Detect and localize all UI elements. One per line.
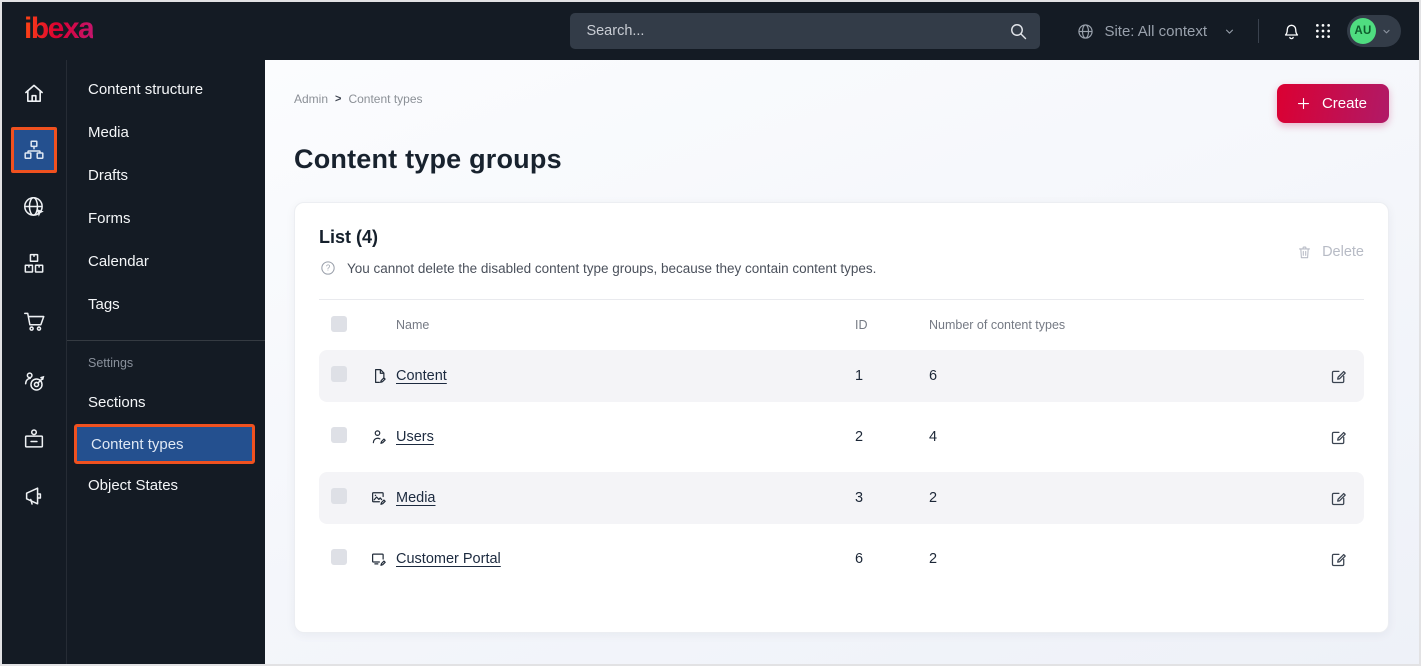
group-count: 4: [929, 429, 938, 445]
sidebar-item-media[interactable]: Media: [67, 111, 265, 154]
sidebar-item-calendar[interactable]: Calendar: [67, 240, 265, 283]
global-search: [570, 13, 1041, 49]
breadcrumb-content-types[interactable]: Content types: [348, 92, 422, 106]
group-link[interactable]: Content: [396, 368, 447, 384]
sidebar-item-sections[interactable]: Sections: [67, 381, 265, 424]
avatar: AU: [1350, 18, 1376, 44]
group-link[interactable]: Users: [396, 429, 434, 445]
table-row: Media 3 2: [319, 472, 1364, 524]
content-file-icon: [370, 367, 396, 385]
shopping-cart-icon: [21, 308, 47, 334]
table-row: Users 2 4: [319, 411, 1364, 463]
rail-item-marketing[interactable]: [6, 467, 63, 524]
app-switcher-button[interactable]: [1307, 14, 1339, 48]
edit-button[interactable]: [1329, 428, 1348, 447]
create-button-label: Create: [1321, 95, 1367, 112]
users-person-icon: [370, 428, 396, 446]
plus-icon: [1296, 96, 1311, 111]
app-window: ibexa Site: All context: [0, 0, 1421, 666]
create-button[interactable]: Create: [1276, 84, 1389, 123]
row-checkbox[interactable]: [331, 488, 347, 504]
rail-item-site[interactable]: [6, 178, 63, 235]
group-count: 6: [929, 368, 938, 384]
group-id: 3: [855, 490, 864, 506]
edit-button[interactable]: [1329, 367, 1348, 386]
marketing-megaphone-icon: [21, 483, 47, 509]
group-id: 1: [855, 368, 864, 384]
search-input[interactable]: [570, 13, 1041, 49]
svg-text:?: ?: [326, 264, 331, 273]
topbar-divider: [1258, 19, 1259, 43]
rail-item-products[interactable]: [6, 235, 63, 292]
media-image-icon: [370, 489, 396, 507]
content-type-groups-table: Name ID Number of content types Content …: [319, 300, 1364, 585]
column-header-name: Name: [396, 318, 430, 332]
product-boxes-icon: [21, 251, 47, 277]
grid-dots-icon: [1314, 22, 1332, 40]
rail-item-customers[interactable]: [6, 353, 63, 410]
sidebar-item-drafts[interactable]: Drafts: [67, 154, 265, 197]
delete-button[interactable]: Delete: [1296, 244, 1364, 261]
ibexa-logo[interactable]: ibexa: [24, 14, 95, 48]
row-checkbox[interactable]: [331, 549, 347, 565]
rail-item-dashboard[interactable]: [6, 64, 63, 121]
row-checkbox[interactable]: [331, 366, 347, 382]
sidebar-item-content-types[interactable]: Content types: [74, 424, 255, 464]
group-id: 2: [855, 429, 864, 445]
site-context-label: Site: All context: [1104, 22, 1207, 40]
active-rail-highlight: [11, 126, 57, 173]
side-menu: Content structure Media Drafts Forms Cal…: [67, 60, 265, 664]
customer-portal-monitor-icon: [370, 550, 396, 568]
list-card: List (4) ? You cannot delete the disable…: [294, 202, 1389, 633]
chevron-down-icon: [1223, 25, 1236, 38]
rail-item-commerce[interactable]: [6, 292, 63, 349]
group-link[interactable]: Media: [396, 490, 436, 506]
delete-button-label: Delete: [1322, 244, 1364, 260]
sidebar-item-object-states[interactable]: Object States: [67, 464, 265, 507]
edit-button[interactable]: [1329, 489, 1348, 508]
select-all-checkbox[interactable]: [331, 315, 347, 332]
customer-segments-target-icon: [21, 369, 47, 395]
sidebar-item-content-structure[interactable]: Content structure: [67, 68, 265, 111]
corporate-badge-icon: [21, 426, 47, 452]
bell-icon: [1281, 21, 1302, 42]
page-title: Content type groups: [294, 144, 562, 174]
notifications-button[interactable]: [1275, 14, 1307, 48]
sidebar-item-forms[interactable]: Forms: [67, 197, 265, 240]
list-card-title: List (4): [319, 227, 379, 247]
chevron-down-icon: [1381, 26, 1392, 37]
help-circle-icon: ?: [319, 259, 337, 277]
edit-button[interactable]: [1329, 550, 1348, 569]
group-id: 6: [855, 551, 864, 567]
settings-section-label: Settings: [88, 356, 134, 370]
column-header-count: Number of content types: [929, 318, 1066, 332]
table-row: Content 1 6: [319, 350, 1364, 402]
list-card-info-text: You cannot delete the disabled content t…: [347, 260, 877, 276]
breadcrumb: Admin > Content types: [294, 84, 423, 106]
main-content: Admin > Content types Create Content typ…: [265, 60, 1419, 664]
topbar: ibexa Site: All context: [2, 2, 1419, 60]
row-checkbox[interactable]: [331, 427, 347, 443]
search-icon[interactable]: [1008, 21, 1028, 46]
site-context-selector[interactable]: Site: All context: [1076, 22, 1236, 41]
site-globe-cursor-icon: [21, 194, 47, 220]
table-row: Customer Portal 6 2: [319, 533, 1364, 585]
globe-icon: [1076, 22, 1095, 41]
user-menu[interactable]: AU: [1347, 15, 1401, 47]
content-tree-icon: [22, 138, 46, 162]
trash-icon: [1296, 244, 1313, 261]
group-count: 2: [929, 551, 938, 567]
group-count: 2: [929, 490, 938, 506]
rail-item-content-active[interactable]: [6, 121, 63, 178]
sidebar-item-tags[interactable]: Tags: [67, 283, 265, 326]
home-icon: [21, 80, 47, 106]
group-link[interactable]: Customer Portal: [396, 551, 501, 567]
breadcrumb-separator: >: [335, 93, 342, 105]
table-header-row: Name ID Number of content types: [319, 300, 1364, 350]
rail-item-corporate[interactable]: [6, 410, 63, 467]
column-header-id: ID: [855, 318, 868, 332]
icon-rail: [2, 60, 67, 664]
breadcrumb-admin[interactable]: Admin: [294, 92, 328, 106]
